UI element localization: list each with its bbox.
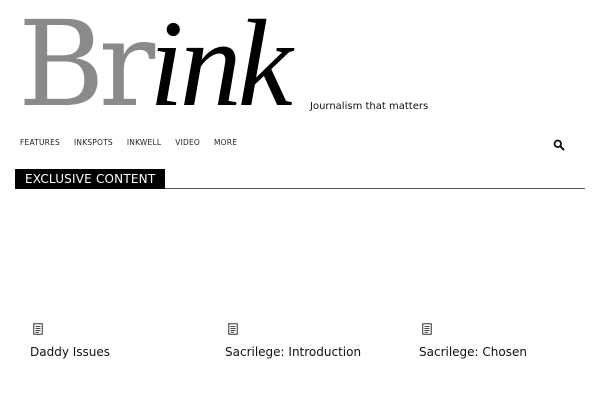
nav-item-more[interactable]: MORE [214, 138, 237, 147]
document-icon [33, 320, 43, 335]
logo-br: Br [18, 0, 155, 133]
article-card[interactable]: Sacrilege: Chosen [419, 320, 599, 359]
article-card[interactable]: Daddy Issues [30, 320, 210, 359]
nav-item-features[interactable]: FEATURES [20, 138, 60, 147]
article-card[interactable]: Sacrilege: Introduction [225, 320, 405, 359]
search-icon[interactable] [553, 136, 565, 151]
site-tagline: Journalism that matters [310, 101, 429, 112]
logo-ink: ink [149, 0, 292, 132]
document-icon [228, 320, 238, 335]
site-logo[interactable]: Br ink [18, 2, 293, 126]
article-title[interactable]: Daddy Issues [30, 345, 210, 359]
nav-item-inkwell[interactable]: INKWELL [127, 138, 161, 147]
section-title: EXCLUSIVE CONTENT [15, 169, 166, 189]
page: Br ink Journalism that matters FEATURES I… [0, 0, 600, 400]
section-header: EXCLUSIVE CONTENT [15, 169, 585, 189]
article-title[interactable]: Sacrilege: Introduction [225, 345, 405, 359]
nav-item-inkspots[interactable]: INKSPOTS [74, 138, 113, 147]
article-title[interactable]: Sacrilege: Chosen [419, 345, 599, 359]
main-nav: FEATURES INKSPOTS INKWELL VIDEO MORE [20, 138, 251, 147]
nav-item-video[interactable]: VIDEO [175, 138, 200, 147]
document-icon [422, 320, 432, 335]
